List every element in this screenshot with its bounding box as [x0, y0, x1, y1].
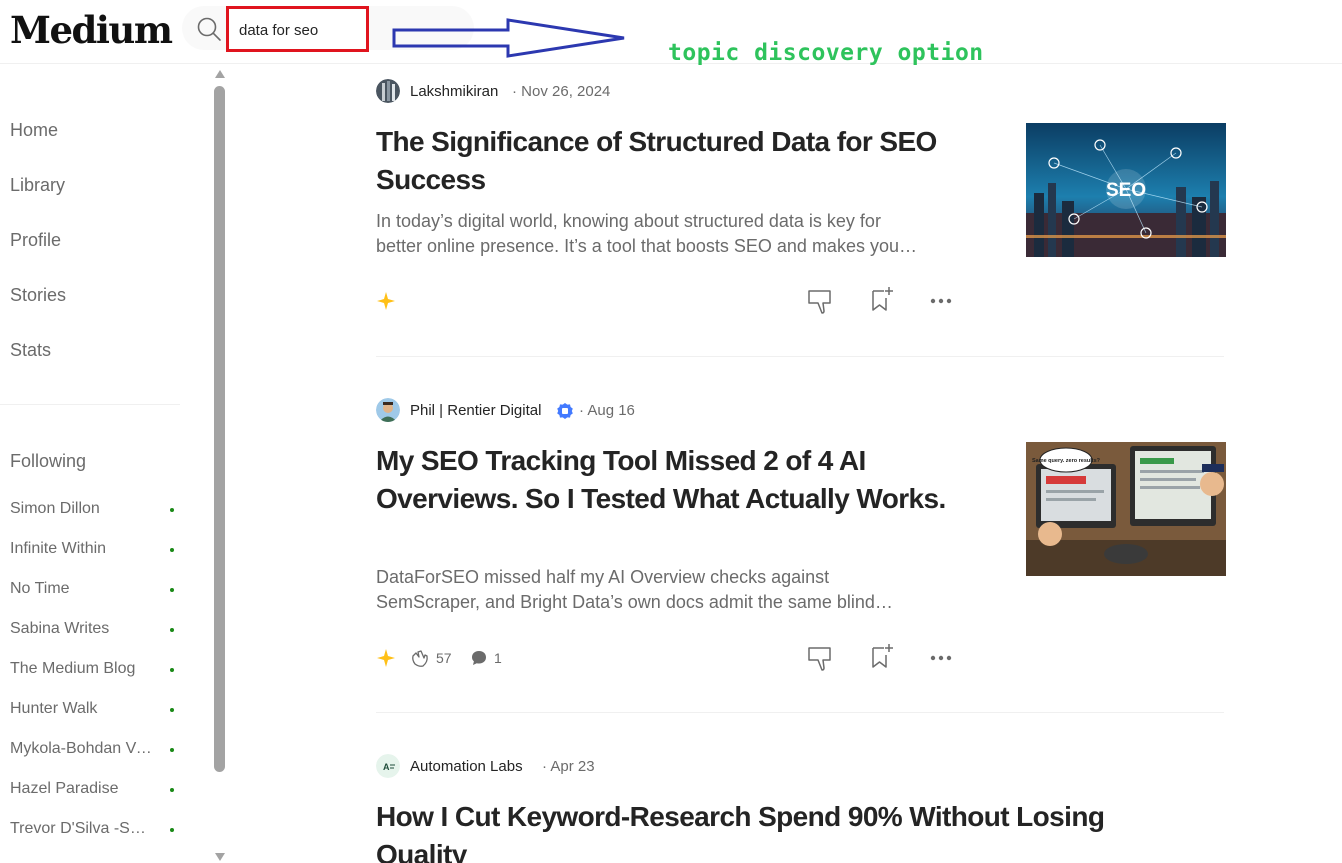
new-post-dot: [170, 708, 174, 712]
scroll-up-arrow-icon[interactable]: [214, 69, 226, 79]
author-avatar[interactable]: [376, 79, 400, 103]
author-avatar[interactable]: A: [376, 754, 400, 778]
following-item[interactable]: Hazel Paradise: [10, 780, 185, 802]
following-name: Hazel Paradise: [10, 780, 119, 797]
article-card[interactable]: Phil | Rentier Digital · Aug 16 My SEO T…: [376, 398, 1226, 678]
search-input-highlight: [226, 6, 369, 52]
publish-date-value: Nov 26, 2024: [521, 83, 611, 100]
new-post-dot: [170, 748, 174, 752]
member-only-star-icon: [377, 649, 395, 667]
author-name[interactable]: Phil | Rentier Digital: [410, 402, 541, 419]
author-avatar[interactable]: [376, 398, 400, 422]
following-item[interactable]: Simon Dillon: [10, 500, 185, 522]
publish-date-value: Aug 16: [587, 402, 635, 419]
new-post-dot: [170, 668, 174, 672]
top-bar: Medium topic discovery option: [0, 0, 1342, 66]
article-subtitle-line: In today’s digital world, knowing about …: [376, 211, 881, 231]
following-name: Infinite Within: [10, 540, 107, 557]
thumbnail-text: SEO: [1106, 180, 1146, 201]
following-item[interactable]: No Time: [10, 580, 185, 602]
article-actions: [376, 287, 956, 315]
article-subtitle[interactable]: DataForSEO missed half my AI Overview ch…: [376, 565, 956, 615]
nav-stories[interactable]: Stories: [10, 285, 66, 306]
new-post-dot: [170, 628, 174, 632]
publish-date: · Aug 16: [579, 402, 635, 419]
more-options-icon[interactable]: [929, 293, 953, 309]
article-card[interactable]: Lakshmikiran · Nov 26, 2024 The Signific…: [376, 79, 1226, 319]
comment-count: 1: [494, 650, 502, 666]
article-divider: [376, 356, 1224, 357]
following-heading: Following: [10, 451, 87, 471]
following-item[interactable]: Infinite Within: [10, 540, 185, 562]
following-name: Sabina Writes: [10, 620, 110, 637]
following-item[interactable]: Mykola-Bohdan Vynnytskyi: [10, 740, 185, 762]
following-name: Trevor D'Silva -Seo Specialist: [10, 820, 152, 837]
following-item[interactable]: Hunter Walk: [10, 700, 185, 722]
following-name: Mykola-Bohdan Vynnytskyi: [10, 740, 152, 757]
article-subtitle-line: DataForSEO missed half my AI Overview ch…: [376, 567, 830, 587]
publish-date: · Nov 26, 2024: [512, 83, 611, 100]
annotation-arrow-icon: [392, 18, 625, 58]
following-name: Hunter Walk: [10, 700, 98, 717]
publish-date-value: Apr 23: [550, 758, 595, 775]
scroll-down-arrow-icon[interactable]: [214, 852, 226, 862]
following-name: No Time: [10, 580, 70, 597]
publish-date: · Apr 23: [542, 758, 595, 775]
scrollbar-thumb[interactable]: [214, 86, 225, 772]
search-input[interactable]: [239, 17, 359, 43]
search-icon: [197, 17, 221, 41]
comment-icon[interactable]: [470, 649, 488, 667]
annotation-label: topic discovery option: [668, 40, 984, 66]
new-post-dot: [170, 588, 174, 592]
article-actions: 57 1: [376, 644, 956, 672]
article-subtitle-line: better online presence. It’s a tool that…: [376, 236, 917, 256]
following-item[interactable]: Sabina Writes: [10, 620, 185, 642]
article-title[interactable]: My SEO Tracking Tool Missed 2 of 4 AI Ov…: [376, 442, 976, 518]
more-options-icon[interactable]: [929, 650, 953, 666]
article-subtitle-line: SemScraper, and Bright Data’s own docs a…: [376, 592, 893, 612]
article-divider: [376, 712, 1224, 713]
new-post-dot: [170, 788, 174, 792]
svg-text:A: A: [383, 762, 390, 772]
article-title[interactable]: How I Cut Keyword-Research Spend 90% Wit…: [376, 798, 1156, 863]
thumbnail-text: Same query. zero results?: [1032, 458, 1101, 464]
author-name[interactable]: Automation Labs: [410, 758, 523, 775]
new-post-dot: [170, 508, 174, 512]
following-name: Simon Dillon: [10, 500, 100, 517]
new-post-dot: [170, 548, 174, 552]
article-card[interactable]: A Automation Labs · Apr 23 How I Cut Key…: [376, 754, 1226, 863]
show-less-icon[interactable]: [806, 644, 836, 672]
bookmark-add-icon[interactable]: [869, 285, 895, 313]
show-less-icon[interactable]: [806, 287, 836, 315]
nav-library[interactable]: Library: [10, 175, 65, 196]
left-sidebar: Home Library Profile Stories Stats Follo…: [0, 64, 230, 863]
medium-logo[interactable]: Medium: [10, 8, 173, 52]
bookmark-add-icon[interactable]: [869, 642, 895, 670]
article-title[interactable]: The Significance of Structured Data for …: [376, 123, 976, 199]
nav-stats[interactable]: Stats: [10, 340, 51, 361]
article-subtitle[interactable]: In today’s digital world, knowing about …: [376, 209, 956, 259]
author-name[interactable]: Lakshmikiran: [410, 83, 498, 100]
following-item[interactable]: The Medium Blog: [10, 660, 185, 682]
following-item[interactable]: Trevor D'Silva -Seo Specialist: [10, 820, 185, 842]
following-name: The Medium Blog: [10, 660, 136, 677]
article-thumbnail[interactable]: Same query. zero results?: [1026, 442, 1226, 576]
new-post-dot: [170, 828, 174, 832]
sidebar-divider: [0, 404, 180, 405]
article-thumbnail[interactable]: SEO: [1026, 123, 1226, 257]
nav-profile[interactable]: Profile: [10, 230, 61, 251]
nav-home[interactable]: Home: [10, 120, 58, 141]
verified-badge-icon: [557, 403, 573, 419]
clap-count: 57: [436, 650, 452, 666]
sidebar-scrollbar[interactable]: [212, 64, 228, 863]
clap-icon[interactable]: [410, 648, 430, 668]
member-only-star-icon: [377, 292, 395, 310]
